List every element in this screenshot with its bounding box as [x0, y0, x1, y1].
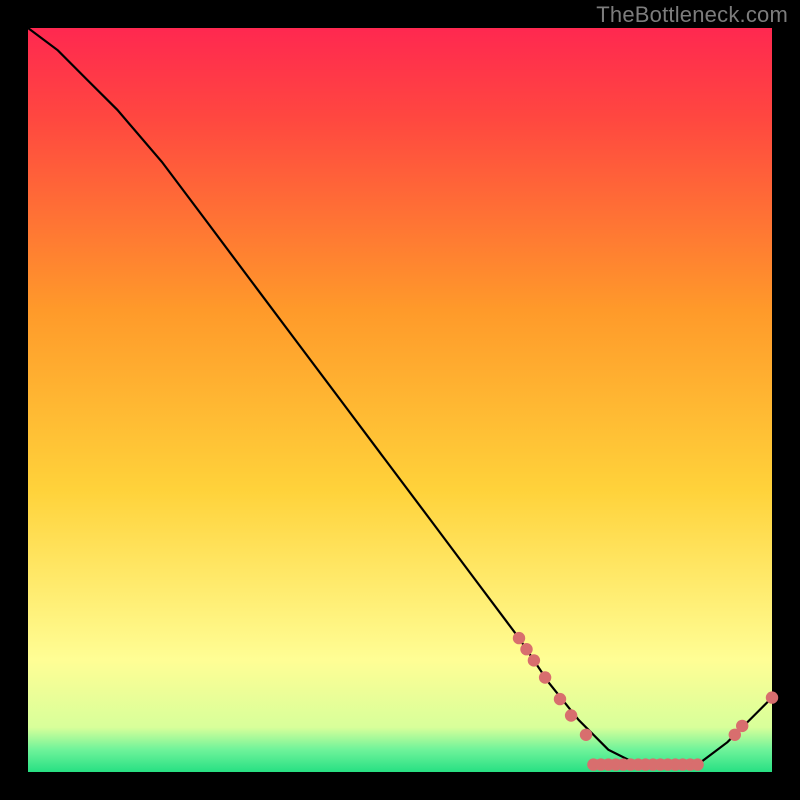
data-dot [766, 691, 778, 703]
heat-background [28, 28, 772, 772]
bottleneck-chart [0, 0, 800, 800]
data-dot [520, 643, 532, 655]
data-dot [539, 671, 551, 683]
data-dot [691, 758, 703, 770]
data-dot [513, 632, 525, 644]
data-dot [554, 693, 566, 705]
data-dot [736, 720, 748, 732]
data-dot [580, 729, 592, 741]
data-dot [528, 654, 540, 666]
data-dot [565, 709, 577, 721]
watermark-text: TheBottleneck.com [596, 2, 788, 28]
